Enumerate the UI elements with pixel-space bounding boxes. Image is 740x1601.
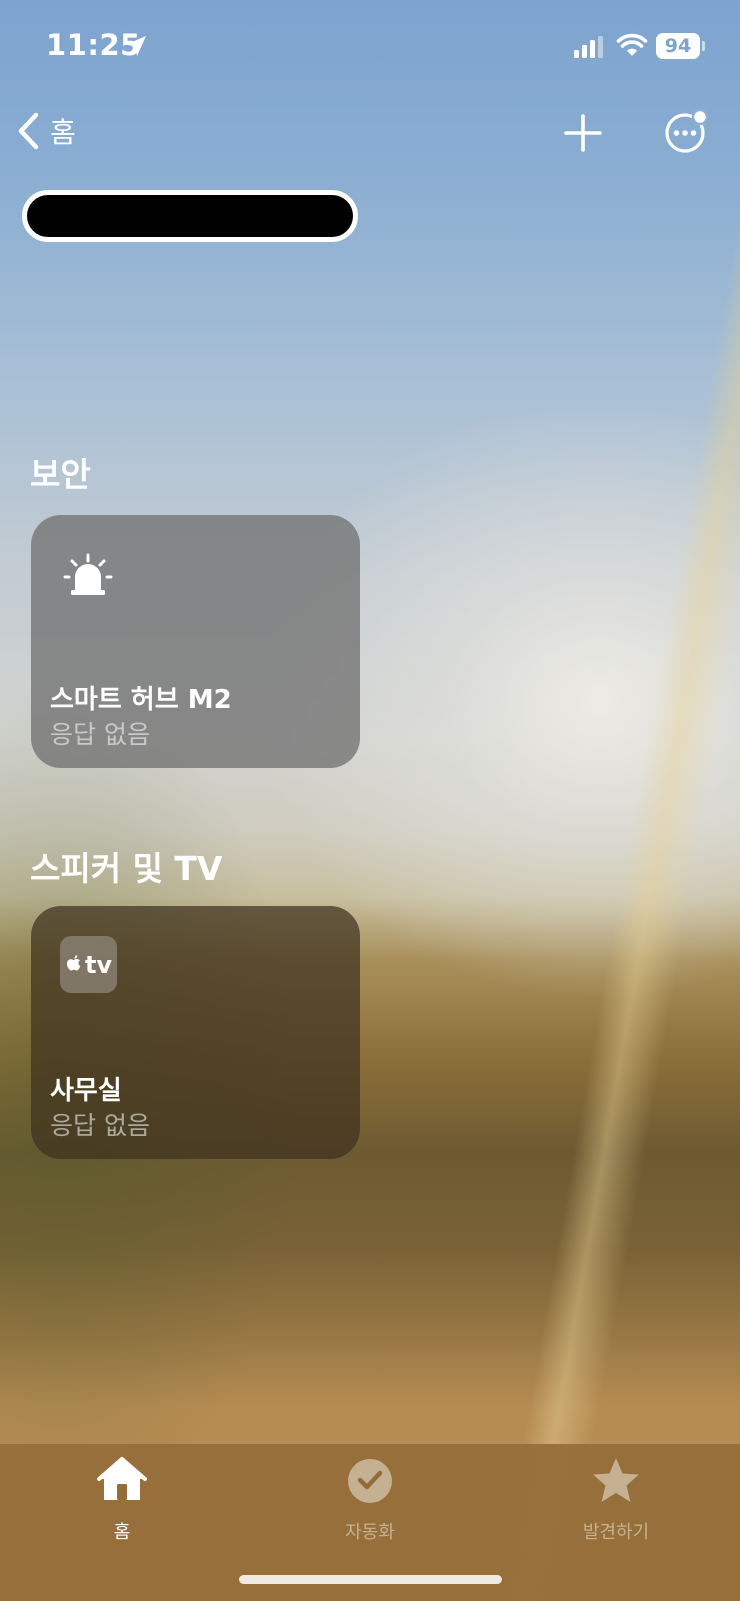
battery-indicator: 94 bbox=[656, 33, 700, 59]
section-title-security: 보안 bbox=[30, 455, 91, 494]
tab-home[interactable]: 홈 bbox=[42, 1444, 202, 1554]
cellular-signal-icon bbox=[574, 36, 603, 58]
accessory-tile-office-tv[interactable]: tv 사무실 응답 없음 bbox=[31, 906, 360, 1159]
section-title-speakers-tv: 스피커 및 TV bbox=[30, 849, 223, 888]
tab-automation-label: 자동화 bbox=[345, 1522, 395, 1543]
tab-home-label: 홈 bbox=[113, 1522, 131, 1543]
accessory-name: 사무실 bbox=[50, 1076, 122, 1106]
battery-cap bbox=[702, 41, 705, 51]
wifi-icon bbox=[616, 33, 648, 56]
location-arrow-icon bbox=[126, 36, 146, 56]
chevron-left-icon bbox=[18, 112, 39, 150]
back-button[interactable]: 홈 bbox=[16, 108, 76, 154]
apple-tv-label: tv bbox=[84, 950, 113, 979]
home-indicator[interactable] bbox=[239, 1575, 502, 1584]
accessory-name: 스마트 허브 M2 bbox=[50, 685, 232, 715]
apple-logo-icon bbox=[66, 955, 81, 971]
accessory-status: 응답 없음 bbox=[50, 1111, 150, 1140]
plus-icon[interactable] bbox=[562, 112, 604, 154]
tab-automation[interactable]: 자동화 bbox=[290, 1444, 450, 1554]
house-icon bbox=[97, 1457, 147, 1500]
apple-tv-icon: tv bbox=[60, 936, 117, 993]
tab-discover-label: 발견하기 bbox=[582, 1522, 650, 1543]
status-bar: 11:25 94 bbox=[0, 0, 740, 96]
accessory-tile-smart-hub[interactable]: 스마트 허브 M2 응답 없음 bbox=[31, 515, 360, 768]
clock-check-icon bbox=[348, 1459, 392, 1503]
more-ellipsis-icon[interactable] bbox=[662, 108, 710, 156]
siren-icon bbox=[63, 553, 113, 595]
back-button-label: 홈 bbox=[50, 116, 76, 149]
home-name-redacted bbox=[22, 190, 358, 242]
tab-discover[interactable]: 발견하기 bbox=[536, 1444, 696, 1554]
accessory-status: 응답 없음 bbox=[50, 720, 150, 749]
star-icon bbox=[593, 1458, 639, 1502]
